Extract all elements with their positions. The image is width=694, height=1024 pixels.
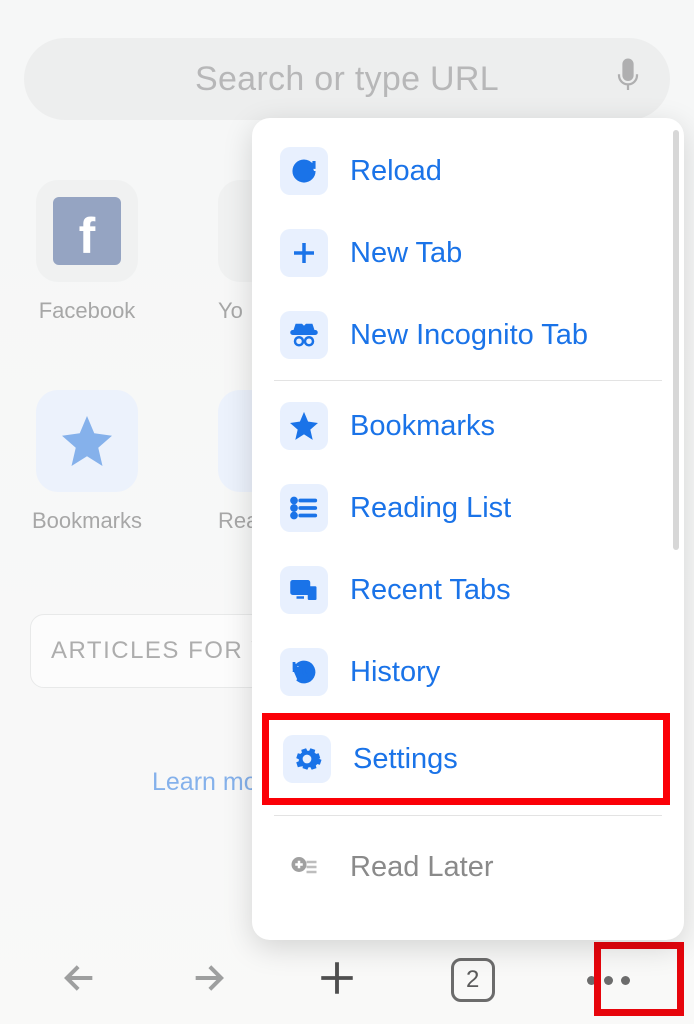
menu-reload[interactable]: Reload (252, 130, 684, 212)
menu-label: New Incognito Tab (350, 319, 588, 352)
menu-label: Settings (353, 743, 458, 776)
learn-more-link[interactable]: Learn mor (152, 768, 266, 797)
facebook-icon: f (36, 180, 138, 282)
menu-reading-list[interactable]: Reading List (252, 467, 684, 549)
tab-switcher-button[interactable]: 2 (451, 958, 495, 1002)
menu-divider (274, 815, 662, 816)
list-icon (280, 484, 328, 532)
menu-label: Bookmarks (350, 410, 495, 443)
favorite-facebook[interactable]: f Facebook (26, 180, 148, 324)
menu-recent-tabs[interactable]: Recent Tabs (252, 549, 684, 631)
menu-bookmarks[interactable]: Bookmarks (252, 385, 684, 467)
incognito-icon (280, 311, 328, 359)
star-icon (280, 402, 328, 450)
back-button[interactable] (64, 961, 98, 1000)
search-bar[interactable]: Search or type URL (24, 38, 670, 120)
menu-label: Reading List (350, 492, 511, 525)
menu-divider (274, 380, 662, 381)
favorite-label: Facebook (39, 298, 136, 324)
scrollbar[interactable] (673, 130, 679, 550)
read-later-icon (280, 843, 328, 891)
menu-new-tab[interactable]: New Tab (252, 212, 684, 294)
overflow-menu: Reload New Tab New Incognito Tab Bookmar… (252, 118, 684, 940)
tab-count: 2 (466, 966, 479, 994)
history-icon (280, 648, 328, 696)
menu-label: Recent Tabs (350, 574, 511, 607)
search-placeholder: Search or type URL (195, 60, 499, 99)
menu-label: New Tab (350, 237, 462, 270)
menu-incognito[interactable]: New Incognito Tab (252, 294, 684, 376)
reload-icon (280, 147, 328, 195)
star-icon (36, 390, 138, 492)
favorite-label: Yo (218, 298, 243, 324)
menu-settings[interactable]: Settings (262, 713, 670, 805)
forward-button[interactable] (190, 961, 224, 1000)
menu-label: Reload (350, 155, 442, 188)
menu-history[interactable]: History (252, 631, 684, 713)
gear-icon (283, 735, 331, 783)
new-tab-button[interactable] (316, 957, 358, 1004)
favorite-bookmarks[interactable]: Bookmarks (26, 390, 148, 534)
menu-label: History (350, 656, 440, 689)
menu-label: Read Later (350, 851, 494, 884)
favorite-label: Bookmarks (32, 508, 142, 534)
plus-icon (280, 229, 328, 277)
bottom-toolbar: 2 (0, 936, 694, 1024)
menu-read-later[interactable]: Read Later (252, 826, 684, 908)
highlight-box-more (594, 942, 684, 1016)
devices-icon (280, 566, 328, 614)
voice-search-icon[interactable] (614, 59, 642, 100)
